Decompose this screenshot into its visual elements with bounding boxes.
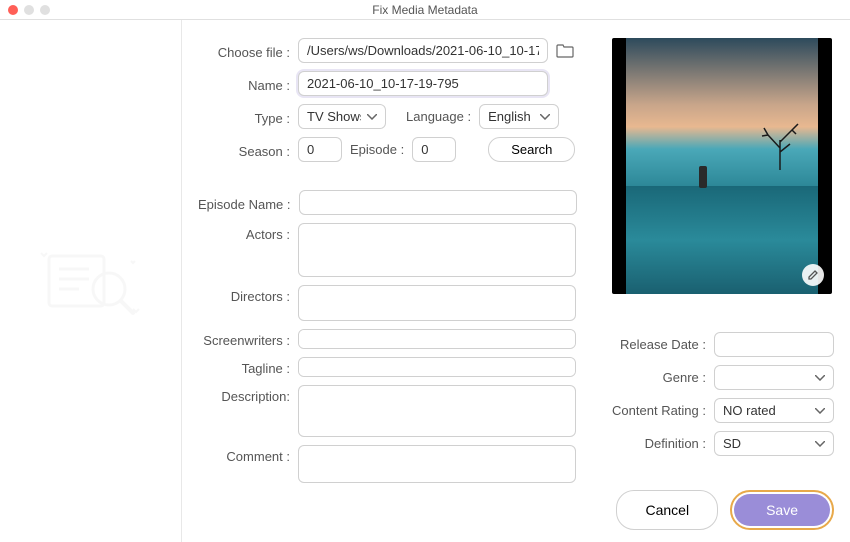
season-input[interactable] [298, 137, 342, 162]
language-label: Language : [406, 109, 471, 124]
search-document-icon [31, 241, 151, 321]
save-button[interactable]: Save [734, 494, 830, 526]
definition-label: Definition : [612, 436, 706, 451]
edit-poster-button[interactable] [802, 264, 824, 286]
actors-label: Actors : [198, 223, 290, 242]
episode-label: Episode : [350, 142, 404, 157]
description-label: Description: [198, 385, 290, 404]
name-label: Name : [198, 74, 290, 93]
genre-label: Genre : [612, 370, 706, 385]
choose-file-label: Choose file : [198, 41, 290, 60]
sidebar [0, 20, 182, 542]
comment-label: Comment : [198, 445, 290, 464]
search-button[interactable]: Search [488, 137, 575, 162]
content-rating-select[interactable]: NO rated [714, 398, 834, 423]
episode-input[interactable] [412, 137, 456, 162]
type-label: Type : [198, 107, 290, 126]
form-column: Choose file : Name : Type : TV Shows Lan… [198, 38, 594, 530]
episode-name-input[interactable] [299, 190, 577, 215]
window-title: Fix Media Metadata [8, 3, 842, 17]
release-date-input[interactable] [714, 332, 834, 357]
screenwriters-input[interactable] [298, 329, 576, 349]
minimize-icon[interactable] [24, 5, 34, 15]
right-column: Release Date : Genre : Content Rating : … [612, 38, 834, 530]
actors-input[interactable] [298, 223, 576, 277]
directors-input[interactable] [298, 285, 576, 321]
language-select[interactable]: English [479, 104, 559, 129]
choose-file-input[interactable] [298, 38, 548, 63]
season-label: Season : [198, 140, 290, 159]
close-icon[interactable] [8, 5, 18, 15]
release-date-label: Release Date : [612, 337, 706, 352]
poster-image [612, 38, 832, 294]
maximize-icon[interactable] [40, 5, 50, 15]
folder-icon[interactable] [556, 44, 574, 58]
titlebar: Fix Media Metadata [0, 0, 850, 20]
content-rating-label: Content Rating : [612, 403, 706, 418]
directors-label: Directors : [198, 285, 290, 304]
type-select[interactable]: TV Shows [298, 104, 386, 129]
name-input[interactable] [298, 71, 548, 96]
edit-icon [807, 269, 819, 281]
tree-graphic [760, 120, 800, 170]
comment-input[interactable] [298, 445, 576, 483]
screenwriters-label: Screenwriters : [198, 329, 290, 348]
tagline-label: Tagline : [198, 357, 290, 376]
tagline-input[interactable] [298, 357, 576, 377]
episode-name-label: Episode Name : [198, 193, 291, 212]
cancel-button[interactable]: Cancel [616, 490, 718, 530]
save-button-highlight: Save [730, 490, 834, 530]
person-graphic [699, 166, 707, 188]
definition-select[interactable]: SD [714, 431, 834, 456]
genre-select[interactable] [714, 365, 834, 390]
window-controls [8, 5, 50, 15]
description-input[interactable] [298, 385, 576, 437]
